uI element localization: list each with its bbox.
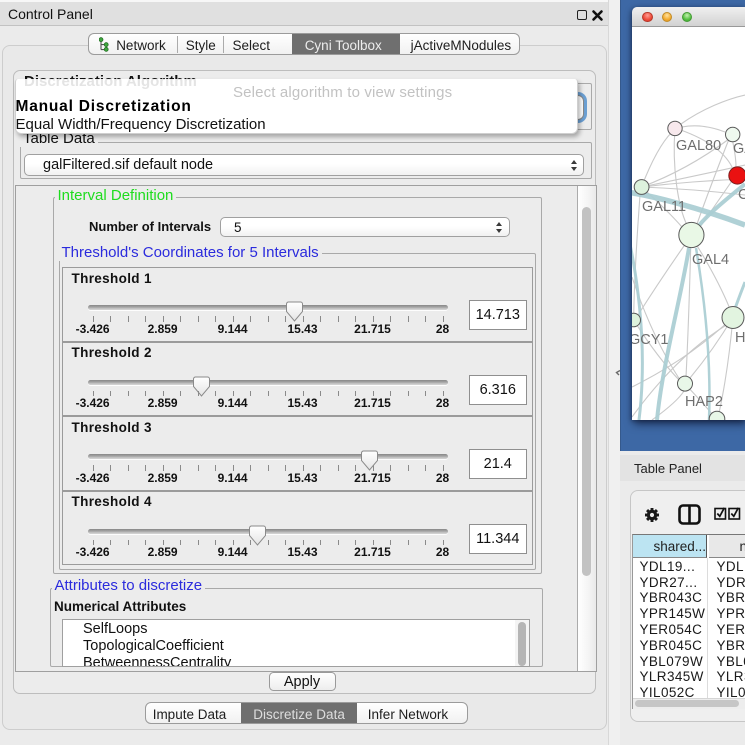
- svg-text:GAL80: GAL80: [676, 138, 721, 154]
- svg-text:C: C: [738, 187, 745, 203]
- svg-text:GCY1: GCY1: [632, 332, 669, 348]
- svg-text:H: H: [735, 330, 745, 346]
- svg-text:GAL4: GAL4: [692, 252, 729, 268]
- svg-text:GAL11: GAL11: [642, 199, 686, 215]
- svg-text:HAP2: HAP2: [685, 394, 723, 410]
- svg-text:GA: GA: [733, 141, 745, 157]
